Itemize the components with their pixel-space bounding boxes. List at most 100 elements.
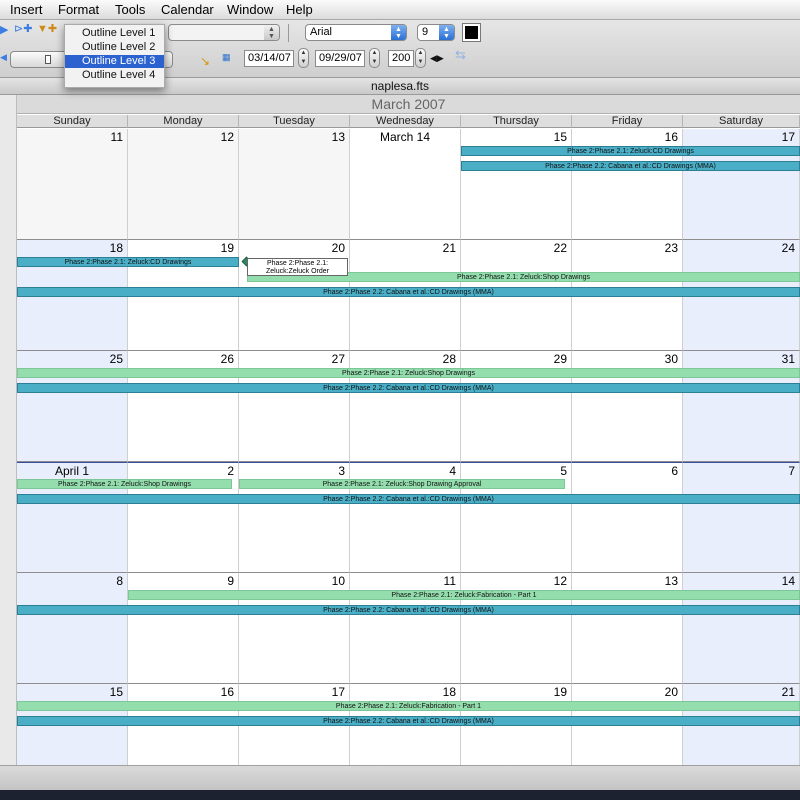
day-number: 7 bbox=[788, 464, 795, 478]
task-bar[interactable]: Phase 2:Phase 2.1: Zeluck:Fabrication - … bbox=[128, 590, 800, 600]
day-cell[interactable]: March 14 bbox=[350, 129, 461, 240]
task-bar[interactable]: Phase 2:Phase 2.2: Cabana et al.:CD Draw… bbox=[17, 383, 800, 393]
scroll-arrows-icon[interactable]: ◀▶ bbox=[430, 52, 444, 64]
menu-format[interactable]: Format bbox=[58, 2, 99, 17]
task-bar[interactable]: Phase 2:Phase 2.1: Zeluck:CD Drawings bbox=[17, 257, 239, 267]
day-number: 22 bbox=[553, 241, 567, 255]
day-number: 25 bbox=[109, 352, 123, 366]
day-cell[interactable]: 12 bbox=[128, 129, 239, 240]
task-bar[interactable]: Phase 2:Phase 2.2: Cabana et al.:CD Draw… bbox=[17, 494, 800, 504]
day-number: April 1 bbox=[54, 464, 89, 478]
day-number: 16 bbox=[220, 685, 234, 699]
day-number: 21 bbox=[781, 685, 795, 699]
day-cell[interactable]: 13 bbox=[239, 129, 350, 240]
outline-level-menu: Outline Level 1 Outline Level 2 Outline … bbox=[64, 24, 165, 88]
day-number: 27 bbox=[331, 352, 345, 366]
calendar-view: March 2007 Sunday Monday Tuesday Wednesday T… bbox=[0, 95, 800, 795]
day-number: 8 bbox=[116, 574, 123, 588]
weekday-monday: Monday bbox=[128, 115, 239, 128]
menu-tools[interactable]: Tools bbox=[115, 2, 145, 17]
day-cell[interactable]: 11 bbox=[17, 129, 128, 240]
zoom-stepper[interactable]: ▲ ▼ bbox=[415, 48, 426, 68]
day-number: 21 bbox=[442, 241, 456, 255]
end-date-field[interactable]: 09/29/07 bbox=[315, 50, 365, 67]
task-bar[interactable]: Phase 2:Phase 2.2: Cabana et al.:CD Draw… bbox=[17, 287, 800, 297]
menu-window[interactable]: Window bbox=[227, 2, 273, 17]
outline-level-1-item[interactable]: Outline Level 1 bbox=[65, 27, 164, 40]
day-number: 16 bbox=[664, 130, 678, 144]
font-size-label: 9 bbox=[422, 26, 429, 38]
toolbar-divider bbox=[288, 24, 289, 42]
task-bar[interactable]: Phase 2:Phase 2.2: Cabana et al.:CD Draw… bbox=[17, 716, 800, 726]
day-cell[interactable]: 8 bbox=[17, 573, 128, 684]
day-number: 26 bbox=[220, 352, 234, 366]
filter-icon[interactable]: ▼✚ bbox=[37, 23, 57, 35]
task-bar[interactable]: Phase 2:Phase 2.2: Cabana et al.:CD Draw… bbox=[17, 605, 800, 615]
outline-level-3-item[interactable]: Outline Level 3 bbox=[65, 55, 164, 68]
task-bar[interactable]: Phase 2:Phase 2.1: Zeluck:Shop Drawing A… bbox=[239, 479, 565, 489]
day-number: 19 bbox=[220, 241, 234, 255]
day-number: 30 bbox=[664, 352, 678, 366]
day-number: 28 bbox=[442, 352, 456, 366]
day-number: 4 bbox=[449, 464, 456, 478]
day-number: 17 bbox=[781, 130, 795, 144]
desktop-strip bbox=[0, 790, 800, 800]
task-bar[interactable]: Phase 2:Phase 2.1: Zeluck:Shop Drawings bbox=[17, 368, 800, 378]
add-task-icon[interactable]: ⊳✚ bbox=[14, 23, 32, 35]
day-number: 12 bbox=[220, 130, 234, 144]
day-number: 5 bbox=[560, 464, 567, 478]
menu-help[interactable]: Help bbox=[286, 2, 313, 17]
status-bar bbox=[0, 765, 800, 790]
outline-level-2-item[interactable]: Outline Level 2 bbox=[65, 41, 164, 54]
day-number: 20 bbox=[331, 241, 345, 255]
day-number: 13 bbox=[664, 574, 678, 588]
move-arrows-icon[interactable]: ⇆ bbox=[455, 48, 466, 61]
end-date-stepper[interactable]: ▲ ▼ bbox=[369, 48, 380, 68]
day-number: 13 bbox=[331, 130, 345, 144]
color-swatch[interactable] bbox=[462, 23, 481, 42]
month-title: March 2007 bbox=[17, 95, 800, 114]
day-number: 18 bbox=[442, 685, 456, 699]
day-number: 15 bbox=[553, 130, 567, 144]
show-today-icon[interactable]: ↘ bbox=[200, 55, 210, 67]
day-number: March 14 bbox=[379, 130, 431, 144]
menu-insert[interactable]: Insert bbox=[10, 2, 43, 17]
task-bar[interactable]: Phase 2:Phase 2.1: Zeluck:CD Drawings bbox=[461, 146, 800, 156]
day-number: 19 bbox=[553, 685, 567, 699]
slider-thumb[interactable] bbox=[45, 55, 51, 64]
day-number: 12 bbox=[553, 574, 567, 588]
day-number: 14 bbox=[781, 574, 795, 588]
nav-left-icon[interactable]: ◀ bbox=[0, 52, 8, 62]
day-number: 11 bbox=[110, 130, 123, 144]
font-select[interactable]: Arial ▲ ▼ bbox=[305, 24, 407, 41]
start-date-stepper[interactable]: ▲ ▼ bbox=[298, 48, 309, 68]
day-number: 31 bbox=[781, 352, 795, 366]
font-size-select[interactable]: 9 ▲ ▼ bbox=[417, 24, 455, 41]
task-bar[interactable]: Phase 2:Phase 2.1: Zeluck:Fabrication - … bbox=[17, 701, 800, 711]
start-date-field[interactable]: 03/14/07 bbox=[244, 50, 294, 67]
day-cell[interactable]: 7 bbox=[683, 462, 800, 573]
day-number: 11 bbox=[443, 574, 456, 588]
day-number: 15 bbox=[109, 685, 123, 699]
day-number: 23 bbox=[664, 241, 678, 255]
day-number: 17 bbox=[331, 685, 345, 699]
weekday-sunday: Sunday bbox=[17, 115, 128, 128]
menu-calendar[interactable]: Calendar bbox=[161, 2, 214, 17]
day-number: 9 bbox=[227, 574, 234, 588]
outline-level-4-item[interactable]: Outline Level 4 bbox=[65, 69, 164, 82]
day-cell[interactable]: 6 bbox=[572, 462, 683, 573]
day-number: 10 bbox=[331, 574, 345, 588]
style-select[interactable]: ▲ ▼ bbox=[168, 24, 280, 41]
task-bar[interactable]: Phase 2:Phase 2.2: Cabana et al.:CD Draw… bbox=[461, 161, 800, 171]
weekday-saturday: Saturday bbox=[683, 115, 800, 128]
task-bar[interactable]: Phase 2:Phase 2.1: Zeluck:Shop Drawings bbox=[17, 479, 232, 489]
arrow-right-icon[interactable]: ▶ bbox=[0, 24, 8, 36]
font-select-label: Arial bbox=[310, 26, 333, 38]
weekday-tuesday: Tuesday bbox=[239, 115, 350, 128]
zoom-field[interactable]: 200 bbox=[388, 50, 414, 67]
outline-strip bbox=[0, 95, 17, 765]
view-mode-icon[interactable]: ▦ bbox=[222, 51, 231, 63]
day-number: 3 bbox=[338, 464, 345, 478]
task-tooltip: Phase 2:Phase 2.1: Zeluck:Zeluck Order bbox=[247, 258, 348, 276]
day-number: 24 bbox=[781, 241, 795, 255]
